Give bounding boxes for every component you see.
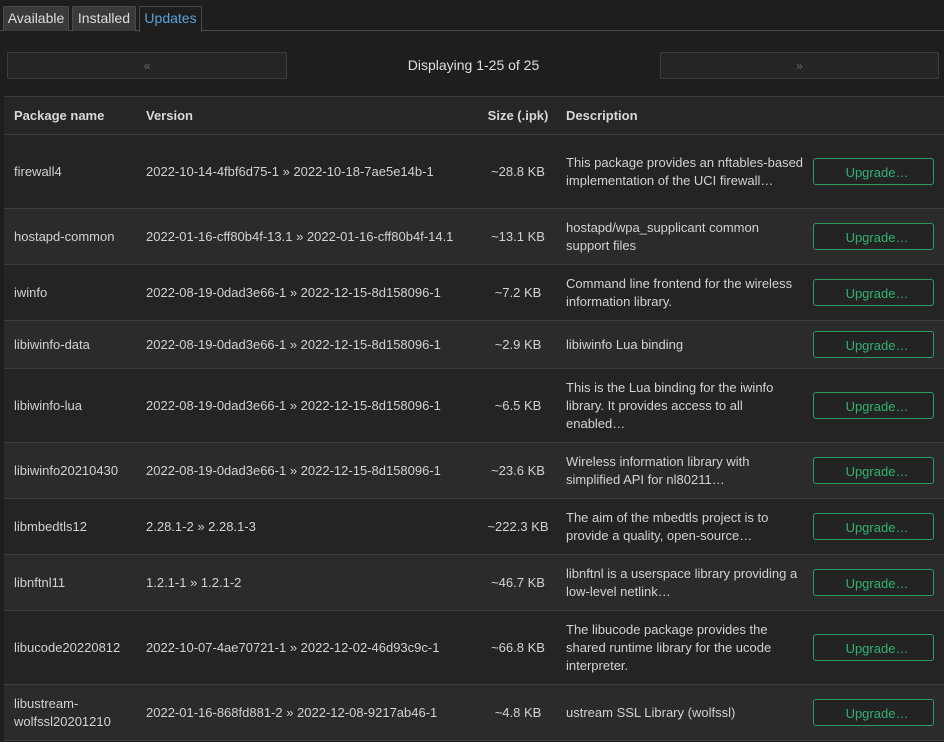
upgrade-cell: Upgrade… bbox=[813, 265, 935, 320]
package-description: ustream SSL Library (wolfssl) bbox=[566, 704, 736, 720]
tab-installed[interactable]: Installed bbox=[72, 6, 136, 31]
upgrade-button[interactable]: Upgrade… bbox=[813, 158, 934, 185]
upgrade-cell: Upgrade… bbox=[813, 369, 935, 442]
pager-status: Displaying 1-25 of 25 bbox=[407, 57, 540, 73]
package-description: This package provides an nftables-based … bbox=[566, 154, 804, 188]
header-version: Version bbox=[146, 107, 193, 123]
upgrade-cell: Upgrade… bbox=[813, 685, 935, 740]
upgrade-cell: Upgrade… bbox=[813, 443, 935, 498]
package-name: libiwinfo-data bbox=[14, 336, 90, 352]
table-row: libiwinfo-lua 2022-08-19-0dad3e66-1 » 20… bbox=[4, 369, 944, 443]
table-row: libiwinfo20210430 2022-08-19-0dad3e66-1 … bbox=[4, 443, 944, 499]
prev-page-button[interactable]: « bbox=[7, 52, 287, 79]
package-size: ~23.6 KB bbox=[491, 462, 545, 478]
table-row: iwinfo 2022-08-19-0dad3e66-1 » 2022-12-1… bbox=[4, 265, 944, 321]
upgrade-button[interactable]: Upgrade… bbox=[813, 634, 934, 661]
upgrade-button[interactable]: Upgrade… bbox=[813, 457, 934, 484]
upgrade-cell: Upgrade… bbox=[813, 135, 935, 208]
upgrade-button[interactable]: Upgrade… bbox=[813, 569, 934, 596]
upgrade-button[interactable]: Upgrade… bbox=[813, 699, 934, 726]
header-package-name: Package name bbox=[14, 107, 105, 123]
package-name: iwinfo bbox=[14, 284, 48, 300]
package-size: ~28.8 KB bbox=[491, 163, 545, 179]
upgrade-cell: Upgrade… bbox=[813, 611, 935, 684]
table-row: libnftnl11 1.2.1-1 » 1.2.1-2 ~46.7 KB li… bbox=[4, 555, 944, 611]
package-name: libmbedtls12 bbox=[14, 518, 87, 534]
upgrade-button[interactable]: Upgrade… bbox=[813, 392, 934, 419]
upgrade-cell: Upgrade… bbox=[813, 209, 935, 264]
upgrade-button[interactable]: Upgrade… bbox=[813, 513, 934, 540]
package-version: 2022-10-07-4ae70721-1 » 2022-12-02-46d93… bbox=[146, 639, 440, 655]
package-name: libustream-wolfssl20201210 bbox=[14, 695, 111, 729]
packages-table: Package name Version Size (.ipk) Descrip… bbox=[4, 96, 944, 741]
header-description: Description bbox=[566, 107, 638, 123]
package-version: 2.28.1-2 » 2.28.1-3 bbox=[146, 518, 256, 534]
package-description: Wireless information library with simpli… bbox=[566, 453, 750, 487]
table-row: libustream-wolfssl20201210 2022-01-16-86… bbox=[4, 685, 944, 741]
package-version: 2022-08-19-0dad3e66-1 » 2022-12-15-8d158… bbox=[146, 336, 441, 352]
upgrade-cell: Upgrade… bbox=[813, 499, 935, 554]
package-version: 2022-08-19-0dad3e66-1 » 2022-12-15-8d158… bbox=[146, 397, 441, 413]
package-size: ~7.2 KB bbox=[494, 284, 542, 300]
package-size: ~6.5 KB bbox=[494, 397, 542, 413]
package-version: 1.2.1-1 » 1.2.1-2 bbox=[146, 574, 242, 590]
next-page-button[interactable]: » bbox=[660, 52, 939, 79]
package-description: libnftnl is a userspace library providin… bbox=[566, 565, 798, 599]
tab-updates[interactable]: Updates bbox=[139, 6, 202, 32]
table-row: hostapd-common 2022-01-16-cff80b4f-13.1 … bbox=[4, 209, 944, 265]
package-description: This is the Lua binding for the iwinfo l… bbox=[566, 379, 774, 431]
package-name: libiwinfo20210430 bbox=[14, 462, 119, 478]
package-description: The libucode package provides the shared… bbox=[566, 621, 772, 673]
table-header: Package name Version Size (.ipk) Descrip… bbox=[4, 97, 944, 135]
package-version: 2022-08-19-0dad3e66-1 » 2022-12-15-8d158… bbox=[146, 462, 441, 478]
package-size: ~222.3 KB bbox=[487, 518, 549, 534]
tab-available[interactable]: Available bbox=[3, 6, 69, 31]
package-version: 2022-08-19-0dad3e66-1 » 2022-12-15-8d158… bbox=[146, 284, 441, 300]
package-size: ~2.9 KB bbox=[494, 336, 542, 352]
package-version: 2022-10-14-4fbf6d75-1 » 2022-10-18-7ae5e… bbox=[146, 163, 434, 179]
table-row: libiwinfo-data 2022-08-19-0dad3e66-1 » 2… bbox=[4, 321, 944, 369]
package-name: hostapd-common bbox=[14, 228, 115, 244]
upgrade-button[interactable]: Upgrade… bbox=[813, 331, 934, 358]
package-description: The aim of the mbedtls project is to pro… bbox=[566, 509, 769, 543]
package-description: libiwinfo Lua binding bbox=[566, 336, 684, 352]
package-name: firewall4 bbox=[14, 163, 62, 179]
package-size: ~4.8 KB bbox=[494, 704, 542, 720]
upgrade-cell: Upgrade… bbox=[813, 321, 935, 368]
package-name: libnftnl11 bbox=[14, 574, 66, 590]
package-version: 2022-01-16-868fd881-2 » 2022-12-08-9217a… bbox=[146, 704, 438, 720]
upgrade-button[interactable]: Upgrade… bbox=[813, 279, 934, 306]
package-description: hostapd/wpa_supplicant common support fi… bbox=[566, 219, 759, 253]
package-name: libiwinfo-lua bbox=[14, 397, 82, 413]
package-size: ~66.8 KB bbox=[491, 639, 545, 655]
upgrade-button[interactable]: Upgrade… bbox=[813, 223, 934, 250]
pager: « Displaying 1-25 of 25 » bbox=[0, 52, 944, 80]
package-size: ~13.1 KB bbox=[491, 228, 545, 244]
table-row: firewall4 2022-10-14-4fbf6d75-1 » 2022-1… bbox=[4, 135, 944, 209]
package-tabs: Available Installed Updates bbox=[0, 0, 944, 32]
package-size: ~46.7 KB bbox=[491, 574, 545, 590]
header-size: Size (.ipk) bbox=[487, 107, 549, 123]
table-row: libucode20220812 2022-10-07-4ae70721-1 »… bbox=[4, 611, 944, 685]
table-row: libmbedtls12 2.28.1-2 » 2.28.1-3 ~222.3 … bbox=[4, 499, 944, 555]
package-name: libucode20220812 bbox=[14, 639, 121, 655]
package-version: 2022-01-16-cff80b4f-13.1 » 2022-01-16-cf… bbox=[146, 228, 454, 244]
upgrade-cell: Upgrade… bbox=[813, 555, 935, 610]
package-description: Command line frontend for the wireless i… bbox=[566, 275, 793, 309]
